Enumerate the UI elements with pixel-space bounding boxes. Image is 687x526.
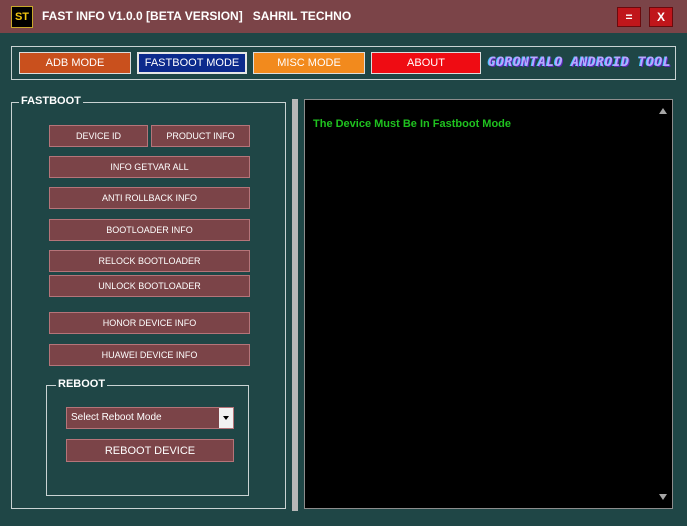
unlock-bootloader-button[interactable]: UNLOCK BOOTLOADER [49, 275, 250, 297]
scroll-down-icon[interactable] [659, 494, 667, 500]
chevron-down-icon[interactable] [219, 408, 233, 428]
minimize-button[interactable]: = [617, 7, 641, 27]
console-scrollbar[interactable] [655, 100, 672, 508]
info-getvar-all-button[interactable]: INFO GETVAR ALL [49, 156, 250, 178]
fastboot-group: FASTBOOT DEVICE ID PRODUCT INFO INFO GET… [11, 95, 286, 509]
reboot-mode-select[interactable]: Select Reboot Mode [66, 407, 234, 429]
honor-device-info-button[interactable]: HONOR DEVICE INFO [49, 312, 250, 334]
title-bar: ST FAST INFO V1.0.0 [BETA VERSION] SAHRI… [0, 0, 687, 33]
reboot-group: REBOOT Select Reboot Mode REBOOT DEVICE [46, 378, 249, 496]
device-id-button[interactable]: DEVICE ID [49, 125, 148, 147]
anti-rollback-info-button[interactable]: ANTI ROLLBACK INFO [49, 187, 250, 209]
reboot-device-button[interactable]: REBOOT DEVICE [66, 439, 234, 462]
reboot-group-label: REBOOT [56, 378, 108, 390]
window-title: FAST INFO V1.0.0 [BETA VERSION] SAHRIL T… [42, 9, 352, 23]
brand-logo-text: GORONTALO ANDROID TOOL [488, 55, 672, 70]
panel-splitter[interactable] [292, 99, 298, 511]
product-info-button[interactable]: PRODUCT INFO [151, 125, 250, 147]
huawei-device-info-button[interactable]: HUAWEI DEVICE INFO [49, 344, 250, 366]
scroll-up-icon[interactable] [659, 108, 667, 114]
fastboot-mode-button[interactable]: FASTBOOT MODE [137, 52, 247, 74]
relock-bootloader-button[interactable]: RELOCK BOOTLOADER [49, 250, 250, 272]
misc-mode-button[interactable]: MISC MODE [253, 52, 365, 74]
bootloader-info-button[interactable]: BOOTLOADER INFO [49, 219, 250, 241]
reboot-mode-select-value: Select Reboot Mode [71, 412, 162, 423]
app-logo-icon: ST [11, 6, 33, 28]
mode-bar: ADB MODE FASTBOOT MODE MISC MODE ABOUT G… [11, 46, 676, 80]
about-button[interactable]: ABOUT [371, 52, 481, 74]
close-button[interactable]: X [649, 7, 673, 27]
console-output: The Device Must Be In Fastboot Mode [304, 99, 673, 509]
fastboot-group-label: FASTBOOT [19, 95, 83, 107]
console-message: The Device Must Be In Fastboot Mode [313, 118, 512, 130]
adb-mode-button[interactable]: ADB MODE [19, 52, 131, 74]
